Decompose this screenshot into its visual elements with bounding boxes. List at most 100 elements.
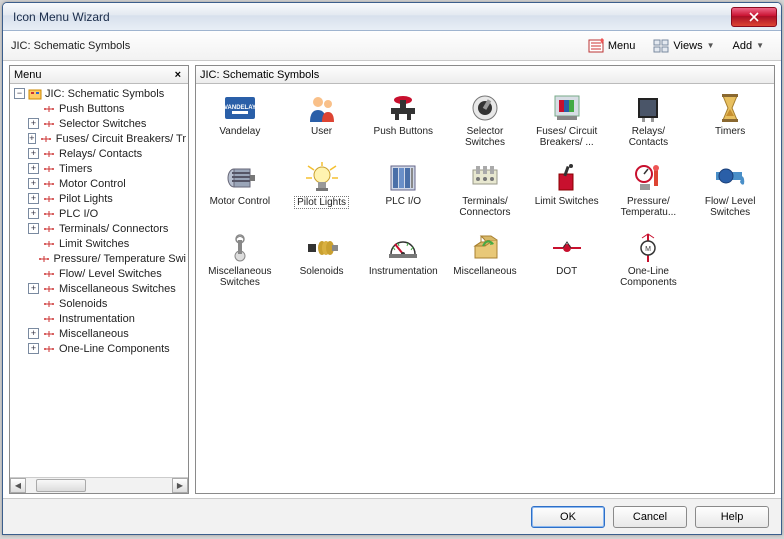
ok-button[interactable]: OK [531, 506, 605, 528]
tree-item[interactable]: + Pilot Lights [12, 191, 186, 206]
sidebar-panel: Menu × −JIC: Schematic SymbolsPush Butto… [9, 65, 189, 494]
toggle-spacer [28, 238, 39, 249]
grid-item[interactable]: Fuses/ Circuit Breakers/ ... [527, 90, 607, 156]
grid-item[interactable]: Limit Switches [527, 160, 607, 226]
grid-item-label: Flow/ Level Switches [694, 196, 766, 218]
tree-item[interactable]: Limit Switches [12, 236, 186, 251]
svg-text:M: M [646, 246, 652, 253]
toggle-spacer [28, 298, 39, 309]
views-button[interactable]: Views ▼ [644, 35, 723, 57]
collapse-toggle[interactable]: − [14, 88, 25, 99]
grid-item-label: Vandelay [219, 126, 260, 137]
grid-item[interactable]: VANDELAYVandelay [200, 90, 280, 156]
tree-item[interactable]: +Relays/ Contacts [12, 146, 186, 161]
grid-item[interactable]: Selector Switches [445, 90, 525, 156]
expand-toggle[interactable]: + [28, 328, 39, 339]
schematic-icon [42, 118, 56, 130]
expand-toggle[interactable]: + [28, 133, 36, 144]
scroll-thumb[interactable] [36, 479, 86, 492]
grid-item[interactable]: Terminals/ Connectors [445, 160, 525, 226]
body: Menu × −JIC: Schematic SymbolsPush Butto… [3, 61, 781, 498]
grid-item[interactable]: Solenoids [282, 230, 362, 296]
expand-toggle[interactable]: + [28, 118, 39, 129]
grid-item-label: Relays/ Contacts [612, 126, 684, 148]
grid-item-label: Miscellaneous Switches [204, 266, 276, 288]
add-button-label: Add [733, 40, 753, 52]
tree-item[interactable]: +Terminals/ Connectors [12, 221, 186, 236]
tree-item-label: Pilot Lights [59, 193, 113, 205]
toggle-spacer [28, 253, 34, 264]
expand-toggle[interactable]: + [28, 283, 39, 294]
tree-item-label: Pressure/ Temperature Swi [54, 253, 186, 265]
tree-item[interactable]: + PLC I/O [12, 206, 186, 221]
add-button[interactable]: Add ▼ [724, 35, 774, 57]
schematic-icon [42, 313, 56, 325]
tree-item[interactable]: +Fuses/ Circuit Breakers/ Tr [12, 131, 186, 146]
grid-item[interactable]: Miscellaneous [445, 230, 525, 296]
scroll-track[interactable] [26, 478, 172, 493]
grid-item[interactable]: Timers [690, 90, 770, 156]
tree-item-label: Selector Switches [59, 118, 146, 130]
tree-item-label: PLC I/O [59, 208, 98, 220]
grid-item[interactable]: Motor Control [200, 160, 280, 226]
grid-item[interactable]: DOT [527, 230, 607, 296]
grid-item-label: Motor Control [210, 196, 271, 207]
sidebar-header: Menu × [10, 66, 188, 84]
grid-item[interactable]: Pilot Lights [282, 160, 362, 226]
window-title: Icon Menu Wizard [13, 10, 731, 24]
grid-item[interactable]: Instrumentation [363, 230, 443, 296]
tree[interactable]: −JIC: Schematic SymbolsPush Buttons + Sele… [10, 84, 188, 477]
expand-toggle[interactable]: + [28, 223, 39, 234]
scrollbar-horizontal[interactable]: ◀ ▶ [10, 477, 188, 493]
grid-item[interactable]: Push Buttons [363, 90, 443, 156]
sidebar-close-button[interactable]: × [172, 69, 184, 81]
grid-item[interactable]: User [282, 90, 362, 156]
tree-root[interactable]: −JIC: Schematic Symbols [12, 86, 186, 101]
fuses-icon [549, 92, 585, 124]
expand-toggle[interactable]: + [28, 193, 39, 204]
schematic-icon [39, 133, 53, 145]
views-icon [653, 38, 669, 54]
scroll-left-button[interactable]: ◀ [10, 478, 26, 493]
expand-toggle[interactable]: + [28, 178, 39, 189]
tree-item[interactable]: Flow/ Level Switches [12, 266, 186, 281]
grid-item-label: Terminals/ Connectors [449, 196, 521, 218]
scroll-right-button[interactable]: ▶ [172, 478, 188, 493]
tree-item[interactable]: + Selector Switches [12, 116, 186, 131]
expand-toggle[interactable]: + [28, 343, 39, 354]
dot-icon [549, 232, 585, 264]
grid-item[interactable]: PLC I/O [363, 160, 443, 226]
schematic-icon [42, 103, 56, 115]
grid-item[interactable]: Relays/ Contacts [609, 90, 689, 156]
pressure-icon [630, 162, 666, 194]
limit-icon [549, 162, 585, 194]
tree-item[interactable]: Instrumentation [12, 311, 186, 326]
tree-item[interactable]: +Timers [12, 161, 186, 176]
tree-item[interactable]: +Miscellaneous Switches [12, 281, 186, 296]
pushbutton-icon [385, 92, 421, 124]
expand-toggle[interactable]: + [28, 163, 39, 174]
grid-item[interactable]: MOne-Line Components [609, 230, 689, 296]
grid-item[interactable]: Flow/ Level Switches [690, 160, 770, 226]
tree-item[interactable]: +Motor Control [12, 176, 186, 191]
cancel-button[interactable]: Cancel [613, 506, 687, 528]
tree-item[interactable]: Pressure/ Temperature Swi [12, 251, 186, 266]
tree-item[interactable]: +Miscellaneous [12, 326, 186, 341]
grid-item[interactable]: Pressure/ Temperatu... [609, 160, 689, 226]
tree-item[interactable]: +One-Line Components [12, 341, 186, 356]
expand-toggle[interactable]: + [28, 208, 39, 219]
schematic-icon [42, 148, 56, 160]
grid-item[interactable]: Miscellaneous Switches [200, 230, 280, 296]
close-button[interactable] [731, 7, 777, 27]
titlebar[interactable]: Icon Menu Wizard [3, 3, 781, 31]
menu-button[interactable]: Menu [579, 35, 645, 57]
flow-icon [712, 162, 748, 194]
toolbar: JIC: Schematic Symbols Menu Views ▼ Add … [3, 31, 781, 61]
expand-toggle[interactable]: + [28, 148, 39, 159]
tree-item[interactable]: Solenoids [12, 296, 186, 311]
tree-item-label: Limit Switches [59, 238, 129, 250]
tree-item[interactable]: Push Buttons [12, 101, 186, 116]
help-button[interactable]: Help [695, 506, 769, 528]
grid-item-label: Fuses/ Circuit Breakers/ ... [531, 126, 603, 148]
misc-sw-icon [222, 232, 258, 264]
